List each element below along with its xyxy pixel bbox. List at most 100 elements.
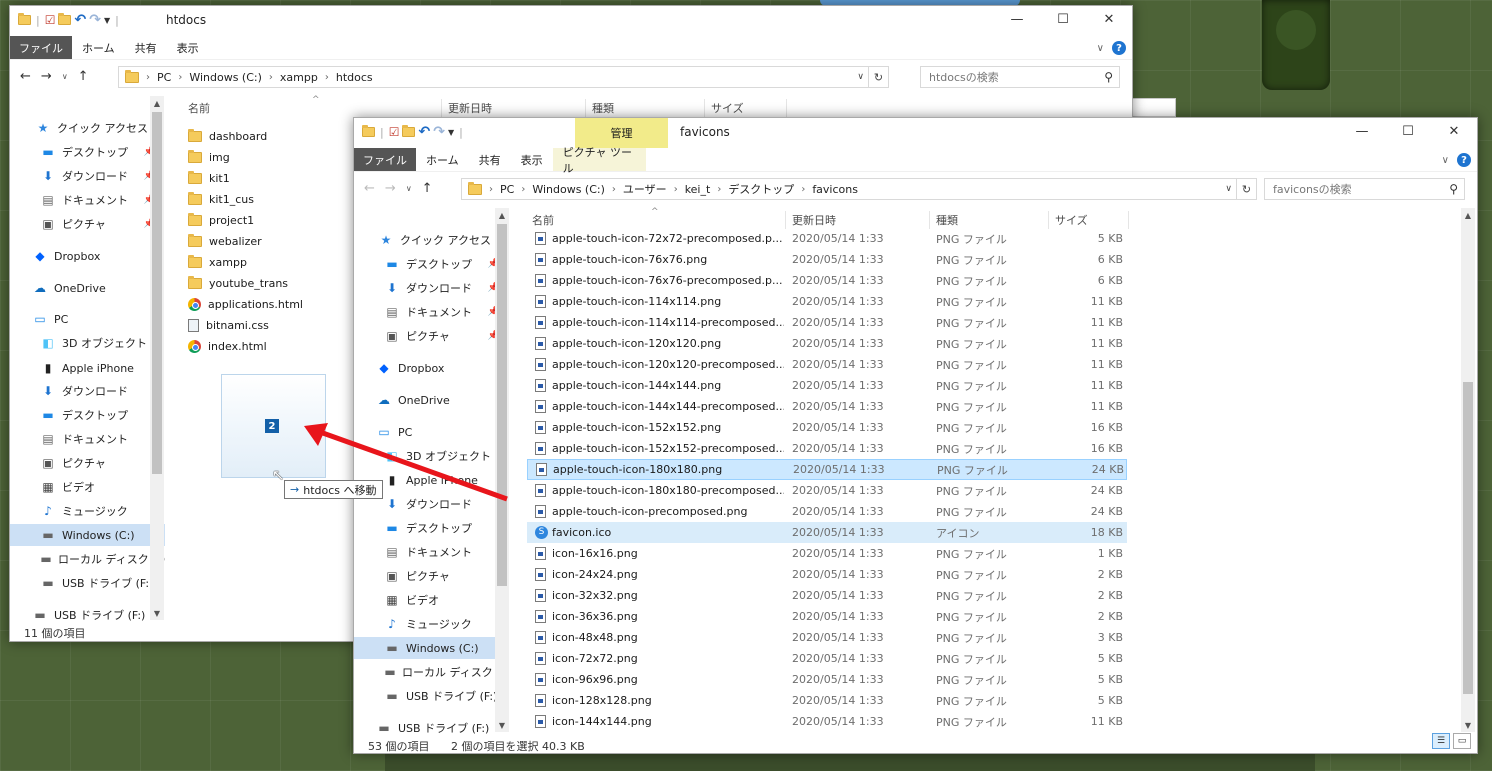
- help-icon[interactable]: ?: [1457, 153, 1471, 167]
- table-row[interactable]: apple-touch-icon-180x180-precomposed... 2…: [527, 480, 1127, 501]
- breadcrumb-item[interactable]: favicons: [812, 183, 858, 196]
- list-item[interactable]: index.html: [188, 336, 368, 357]
- nav-item[interactable]: ⬇ダウンロード📌: [10, 165, 165, 187]
- nav-item[interactable]: ▬ デスクトップ: [10, 404, 165, 426]
- scroll-down-icon[interactable]: ▼: [1461, 718, 1475, 732]
- forward-icon[interactable]: →: [41, 69, 52, 84]
- table-row[interactable]: icon-36x36.png 2020/05/14 1:33 PNG ファイル 2 K…: [527, 606, 1127, 627]
- nav-item[interactable]: ★ クイック アクセス: [354, 229, 509, 251]
- table-row[interactable]: icon-32x32.png 2020/05/14 1:33 PNG ファイル 2 K…: [527, 585, 1127, 606]
- column-name[interactable]: 名前: [532, 212, 554, 228]
- list-item[interactable]: kit1_cus: [188, 189, 368, 210]
- recent-locations-icon[interactable]: ∨: [406, 184, 412, 193]
- nav-item[interactable]: ▣ ピクチャ: [10, 452, 165, 474]
- expand-ribbon-icon[interactable]: ∨: [1097, 43, 1104, 54]
- table-row[interactable]: apple-touch-icon-152x152-precomposed... 2…: [527, 438, 1127, 459]
- redo-icon[interactable]: ↷: [89, 12, 101, 28]
- list-item[interactable]: applications.html: [188, 294, 368, 315]
- maximize-button[interactable]: ☐: [1040, 6, 1086, 32]
- nav-item[interactable]: ◆ Dropbox: [10, 245, 165, 267]
- nav-item[interactable]: ▤ドキュメント📌: [354, 301, 509, 323]
- tab-home[interactable]: ホーム: [72, 36, 125, 59]
- tab-file[interactable]: ファイル: [354, 148, 416, 171]
- table-row[interactable]: apple-touch-icon-152x152.png 2020/05/14 1…: [527, 417, 1127, 438]
- nav-item[interactable]: ♪ ミュージック: [354, 613, 509, 635]
- table-row[interactable]: icon-72x72.png 2020/05/14 1:33 PNG ファイル 5 K…: [527, 648, 1127, 669]
- list-item[interactable]: youtube_trans: [188, 273, 368, 294]
- breadcrumb-item[interactable]: PC: [500, 183, 514, 196]
- breadcrumb-item[interactable]: htdocs: [336, 71, 373, 84]
- nav-item[interactable]: ▬デスクトップ📌: [354, 253, 509, 275]
- search-input[interactable]: faviconsの検索 ⚲: [1264, 178, 1465, 200]
- nav-item[interactable]: ★ クイック アクセス: [10, 117, 165, 139]
- column-size[interactable]: サイズ: [711, 100, 744, 116]
- nav-item[interactable]: ▬ Windows (C:): [10, 524, 165, 546]
- list-item[interactable]: img: [188, 147, 368, 168]
- table-row[interactable]: icon-16x16.png 2020/05/14 1:33 PNG ファイル 1 K…: [527, 543, 1127, 564]
- table-row[interactable]: apple-touch-icon-precomposed.png 2020/05/…: [527, 501, 1127, 522]
- nav-item[interactable]: ☁ OneDrive: [354, 389, 509, 411]
- back-icon[interactable]: ←: [364, 181, 375, 196]
- nav-item[interactable]: ◆ Dropbox: [354, 357, 509, 379]
- large-icons-view-icon[interactable]: ▭: [1453, 733, 1471, 749]
- file-list-scrollbar[interactable]: ▲ ▼: [1461, 208, 1475, 732]
- nav-item[interactable]: ▬ USB ドライブ (F:): [10, 604, 165, 626]
- column-name[interactable]: 名前: [188, 100, 210, 116]
- tab-view[interactable]: 表示: [167, 36, 209, 59]
- nav-item[interactable]: ◧ 3D オブジェクト: [354, 445, 509, 467]
- nav-item[interactable]: ◧ 3D オブジェクト: [10, 332, 165, 354]
- nav-item[interactable]: ▤ ドキュメント: [354, 541, 509, 563]
- redo-icon[interactable]: ↷: [433, 124, 445, 140]
- forward-icon[interactable]: →: [385, 181, 396, 196]
- breadcrumb-item[interactable]: デスクトップ: [728, 181, 794, 197]
- up-icon[interactable]: ↑: [422, 181, 433, 196]
- column-type[interactable]: 種類: [936, 212, 958, 228]
- expand-ribbon-icon[interactable]: ∨: [1442, 155, 1449, 166]
- refresh-icon[interactable]: ↻: [1236, 179, 1256, 199]
- column-type[interactable]: 種類: [592, 100, 614, 116]
- table-row[interactable]: apple-touch-icon-72x72-precomposed.p... 2…: [527, 228, 1127, 249]
- column-size[interactable]: サイズ: [1055, 212, 1088, 228]
- nav-item[interactable]: ▣ ピクチャ: [354, 565, 509, 587]
- scroll-up-icon[interactable]: ▲: [150, 96, 164, 110]
- table-row[interactable]: apple-touch-icon-144x144.png 2020/05/14 1…: [527, 375, 1127, 396]
- nav-item[interactable]: ♪ ミュージック: [10, 500, 165, 522]
- nav-item[interactable]: ▬ USB ドライブ (F:): [354, 685, 509, 707]
- customize-dropdown-icon[interactable]: ▼: [448, 128, 454, 137]
- table-row[interactable]: apple-touch-icon-76x76-precomposed.p... 2…: [527, 270, 1127, 291]
- tab-share[interactable]: 共有: [469, 148, 511, 171]
- nav-item[interactable]: ▭ PC: [354, 421, 509, 443]
- close-button[interactable]: ✕: [1086, 6, 1132, 32]
- properties-icon[interactable]: ☑: [389, 125, 400, 139]
- nav-scrollbar[interactable]: ▲ ▼: [495, 208, 509, 732]
- up-icon[interactable]: ↑: [78, 69, 89, 84]
- title-bar[interactable]: | ☑ ↶ ↷ ▼ | htdocs — ☐ ✕: [10, 6, 1132, 36]
- table-row[interactable]: apple-touch-icon-114x114.png 2020/05/14 1…: [527, 291, 1127, 312]
- nav-item[interactable]: ▬ デスクトップ: [354, 517, 509, 539]
- breadcrumb-item[interactable]: PC: [157, 71, 171, 84]
- scroll-up-icon[interactable]: ▲: [1461, 208, 1475, 222]
- refresh-icon[interactable]: ↻: [868, 67, 888, 87]
- minimize-button[interactable]: —: [1339, 118, 1385, 144]
- list-item[interactable]: webalizer: [188, 231, 368, 252]
- scroll-up-icon[interactable]: ▲: [495, 208, 509, 222]
- tab-file[interactable]: ファイル: [10, 36, 72, 59]
- properties-icon[interactable]: ☑: [45, 13, 56, 27]
- table-row[interactable]: icon-48x48.png 2020/05/14 1:33 PNG ファイル 3 K…: [527, 627, 1127, 648]
- nav-item[interactable]: ▬ USB ドライブ (F:): [10, 572, 165, 594]
- undo-icon[interactable]: ↶: [418, 124, 430, 140]
- nav-item[interactable]: ▦ ビデオ: [354, 589, 509, 611]
- explorer-window-favicons[interactable]: 管理 | ☑ ↶ ↷ ▼ | favicons — ☐ ✕ ファイル ホーム 共…: [353, 117, 1478, 754]
- table-row[interactable]: icon-128x128.png 2020/05/14 1:33 PNG ファイル 5…: [527, 690, 1127, 711]
- scroll-down-icon[interactable]: ▼: [150, 606, 164, 620]
- address-dropdown-icon[interactable]: ∨: [857, 72, 864, 82]
- breadcrumb-item[interactable]: xampp: [280, 71, 318, 84]
- list-item[interactable]: project1: [188, 210, 368, 231]
- list-item[interactable]: dashboard: [188, 126, 368, 147]
- minimize-button[interactable]: —: [994, 6, 1040, 32]
- maximize-button[interactable]: ☐: [1385, 118, 1431, 144]
- tab-picture-tools[interactable]: ピクチャ ツール: [552, 146, 646, 175]
- breadcrumb-item[interactable]: ユーザー: [623, 181, 667, 197]
- table-row[interactable]: icon-96x96.png 2020/05/14 1:33 PNG ファイル 5 K…: [527, 669, 1127, 690]
- search-input[interactable]: htdocsの検索 ⚲: [920, 66, 1120, 88]
